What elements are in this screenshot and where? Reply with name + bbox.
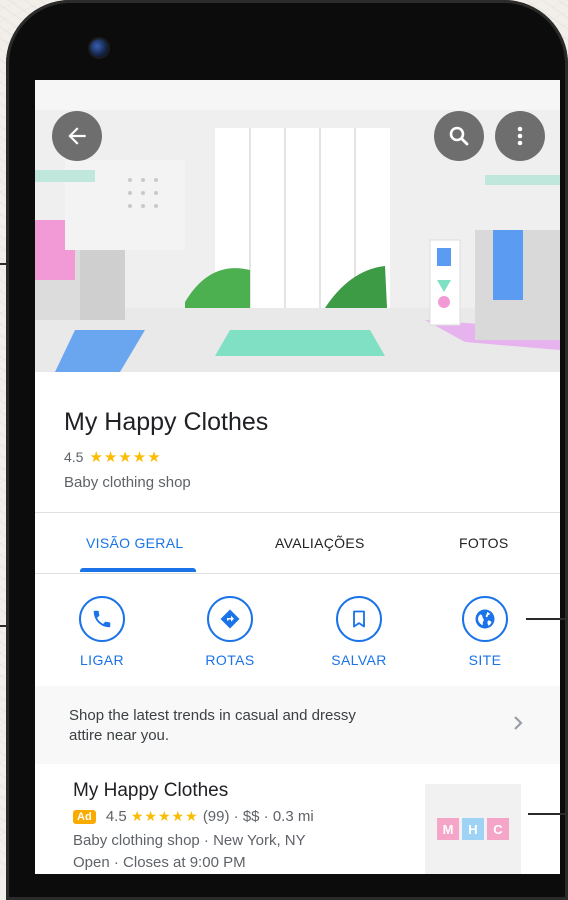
promo-text: Shop the latest trends in casual and dre… (69, 707, 356, 744)
back-button[interactable] (52, 111, 102, 161)
ad-listing-meta: (99) · $$ · 0.3 mi (202, 808, 314, 825)
more-vert-icon (517, 126, 523, 146)
more-options-button[interactable] (495, 111, 545, 161)
maps-place-screen: My Happy Clothes 4.5 ★★★★★ Baby clothing… (35, 80, 560, 874)
ad-listing[interactable]: My Happy Clothes Ad 4.5 ★★★★★ (99) · $$ … (35, 764, 560, 874)
chevron-right-icon (514, 716, 523, 730)
phone-frame: My Happy Clothes 4.5 ★★★★★ Baby clothing… (6, 0, 568, 900)
active-tab-indicator (80, 568, 196, 572)
directions-icon (220, 609, 240, 629)
tab-bar: VISÃO GERAL AVALIAÇÕES FOTOS (35, 513, 560, 573)
bookmark-icon (353, 610, 365, 628)
phone-icon (93, 610, 111, 628)
tab-avaliacoes[interactable]: AVALIAÇÕES (275, 535, 365, 551)
business-logo: M H C (425, 784, 521, 874)
globe-icon (475, 609, 495, 629)
tab-visao-geral[interactable]: VISÃO GERAL (86, 535, 183, 551)
ad-listing-category-location: Baby clothing shop · New York, NY (73, 832, 306, 849)
promo-banner[interactable]: Shop the latest trends in casual and dre… (35, 686, 560, 764)
tab-fotos[interactable]: FOTOS (459, 535, 508, 551)
callout-line-listing (528, 813, 568, 815)
callout-line-actions-right (526, 618, 568, 620)
search-icon (449, 126, 469, 146)
arrow-back-icon (68, 127, 86, 145)
rating-row[interactable]: 4.5 ★★★★★ (64, 448, 162, 466)
ad-listing-hours: Open · Closes at 9:00 PM (73, 854, 246, 871)
search-button[interactable] (434, 111, 484, 161)
place-info: My Happy Clothes 4.5 ★★★★★ Baby clothing… (35, 372, 560, 512)
ad-badge: Ad (73, 810, 96, 824)
rating-stars: ★★★★★ (89, 449, 162, 466)
ad-listing-stars: ★★★★★ (130, 808, 199, 824)
ad-listing-title: My Happy Clothes (73, 780, 229, 801)
call-button[interactable]: LIGAR (57, 596, 147, 668)
directions-button[interactable]: ROTAS (185, 596, 275, 668)
front-camera (88, 37, 110, 59)
save-button[interactable]: SALVAR (314, 596, 404, 668)
ad-listing-rating: 4.5 (105, 808, 127, 825)
website-button[interactable]: SITE (440, 596, 530, 668)
place-title: My Happy Clothes (64, 408, 269, 436)
action-buttons: LIGAR ROTAS SALVAR SITE (35, 574, 560, 684)
place-category: Baby clothing shop (64, 474, 191, 491)
logo-letter: H (462, 818, 484, 840)
hero-image (35, 80, 560, 372)
logo-letter: C (487, 818, 509, 840)
logo-letter: M (437, 818, 459, 840)
ad-listing-rating-row: Ad 4.5 ★★★★★ (99) · $$ · 0.3 mi (73, 808, 314, 825)
rating-value: 4.5 (64, 449, 84, 465)
